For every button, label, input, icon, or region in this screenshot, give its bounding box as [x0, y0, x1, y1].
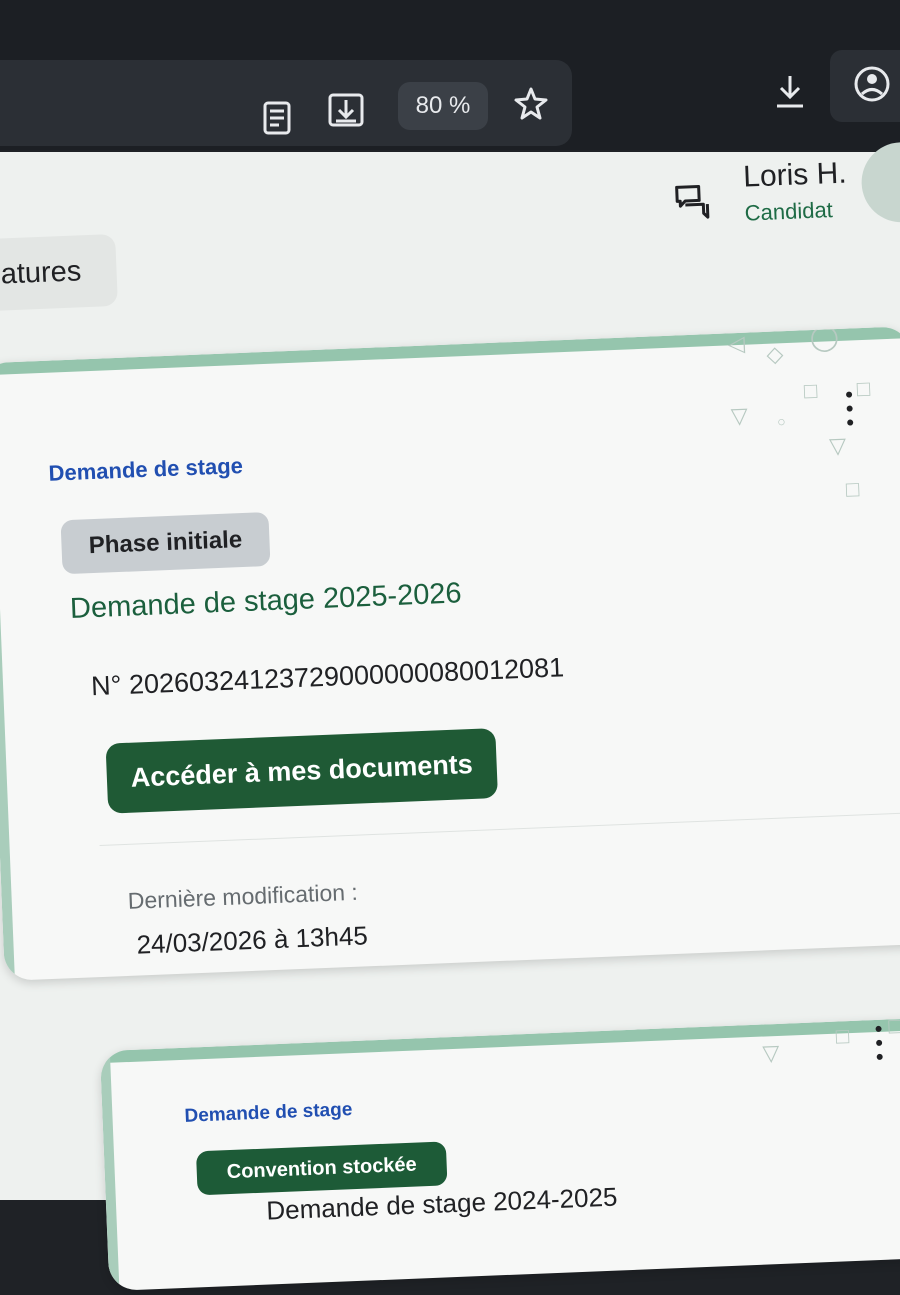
application-card-current: ◁ ◇ ◯ □ □ ▽ ○ ▽ □ Demande de stage Phase… [0, 326, 900, 981]
decor-square: □ [856, 375, 871, 402]
tab-candidatures[interactable]: datures [0, 233, 118, 312]
status-badge: Convention stockée [195, 1141, 448, 1196]
application-number: N° 20260324123729000000080012081 [90, 652, 565, 702]
last-modified-label: Dernière modification : [127, 878, 359, 914]
avatar[interactable] [860, 140, 900, 224]
application-title: Demande de stage 2025-2026 [69, 577, 463, 625]
card-divider [99, 811, 900, 847]
access-documents-label: Accéder à mes documents [130, 748, 474, 793]
decor-square: ◇ [765, 341, 784, 367]
user-role: Candidat [744, 197, 834, 226]
decor-square: □ [887, 1017, 900, 1039]
access-documents-button[interactable]: Accéder à mes documents [105, 728, 499, 814]
card-left-edge [0, 363, 15, 981]
content-layer: datures Loris H. Candidat ◁ ◇ ◯ □ □ ▽ ○ … [0, 0, 900, 1291]
decor-triangle: ▽ [730, 402, 749, 429]
more-options-icon[interactable] [844, 391, 855, 426]
card-accent [0, 326, 900, 376]
status-label: Convention stockée [226, 1153, 418, 1183]
user-name: Loris H. [742, 156, 848, 194]
card-eyebrow: Demande de stage [48, 452, 244, 486]
decor-square: □ [845, 476, 860, 502]
card-left-edge [99, 1050, 120, 1291]
last-modified-value: 24/03/2026 à 13h45 [135, 920, 369, 960]
tab-label: datures [0, 254, 82, 291]
status-badge: Phase initiale [60, 511, 271, 575]
application-card-previous: ◁ ◇ ◯ □ □ ▽ Demande de stage Convention … [99, 1017, 900, 1291]
decor-triangle: ▽ [761, 1039, 780, 1066]
chat-icon[interactable] [671, 180, 713, 222]
card-accent [99, 1017, 900, 1064]
more-options-icon[interactable] [873, 1025, 884, 1060]
decor-square: □ [835, 1023, 850, 1049]
status-label: Phase initiale [88, 526, 243, 560]
decor-triangle: ▽ [828, 432, 847, 459]
decor-circle: ◯ [809, 326, 840, 353]
card-eyebrow: Demande de stage [184, 1099, 353, 1127]
decor-square: □ [803, 377, 818, 404]
decor-triangle: ◁ [727, 330, 746, 357]
decor-dot: ○ [776, 413, 786, 430]
